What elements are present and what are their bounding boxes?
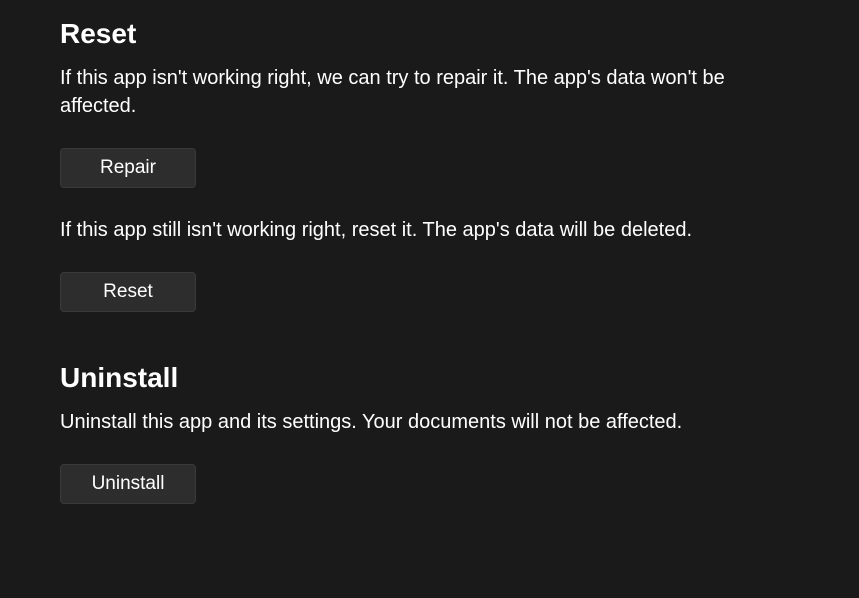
uninstall-heading: Uninstall: [60, 362, 799, 394]
repair-description: If this app isn't working right, we can …: [60, 64, 740, 120]
repair-button[interactable]: Repair: [60, 148, 196, 188]
reset-section: Reset If this app isn't working right, w…: [60, 18, 799, 312]
reset-description: If this app still isn't working right, r…: [60, 216, 799, 244]
uninstall-description: Uninstall this app and its settings. You…: [60, 408, 740, 436]
uninstall-section: Uninstall Uninstall this app and its set…: [60, 362, 799, 504]
reset-button[interactable]: Reset: [60, 272, 196, 312]
uninstall-button[interactable]: Uninstall: [60, 464, 196, 504]
reset-heading: Reset: [60, 18, 799, 50]
settings-content: Reset If this app isn't working right, w…: [0, 0, 859, 504]
